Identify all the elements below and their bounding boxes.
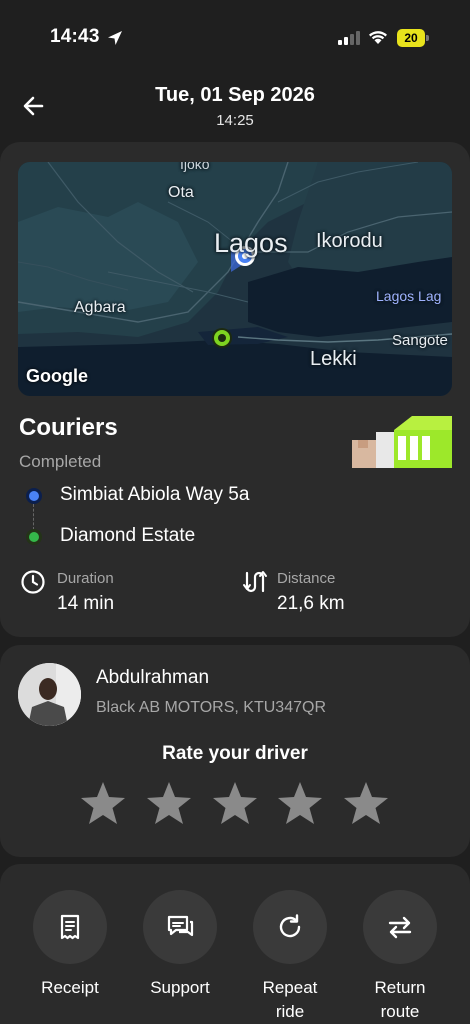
battery-level: 20 xyxy=(397,29,425,47)
support-label: Support xyxy=(150,978,210,997)
page-subtitle-time: 14:25 xyxy=(216,112,254,129)
duration-value: 14 min xyxy=(57,593,115,614)
courier-box-icon xyxy=(352,416,452,468)
pickup-address: Simbiat Abiola Way 5a xyxy=(60,484,250,505)
map-label-ijoko: Ijoko xyxy=(180,162,210,172)
receipt-button[interactable]: Receipt xyxy=(15,890,125,1000)
driver-vehicle: Black AB MOTORS, KTU347QR xyxy=(96,699,326,716)
driver-card: Abdulrahman Black AB MOTORS, KTU347QR Ra… xyxy=(0,645,470,857)
actions-card: Receipt Support Repeat ride Return route xyxy=(0,864,470,1024)
map-label-ota: Ota xyxy=(168,184,194,201)
signal-icon xyxy=(338,31,360,45)
repeat-ride-button-circle[interactable] xyxy=(253,890,327,964)
return-route-button[interactable]: Return route xyxy=(345,890,455,1024)
route-connector xyxy=(33,504,34,530)
map-label-lagos: Lagos xyxy=(214,228,288,258)
duration-label: Duration xyxy=(57,570,114,587)
star-1-icon[interactable] xyxy=(79,779,127,827)
clock-icon xyxy=(21,570,45,594)
status-bar: 14:43 20 xyxy=(0,0,470,70)
receipt-label: Receipt xyxy=(41,978,99,997)
page-title: Tue, 01 Sep 2026 xyxy=(155,84,315,106)
service-title: Couriers xyxy=(19,414,118,441)
dropoff-address: Diamond Estate xyxy=(60,525,196,546)
distance-label: Distance xyxy=(277,570,336,587)
support-button-circle[interactable] xyxy=(143,890,217,964)
trip-card: Ijoko Ota Lagos Ikorodu Lagos Lag Agbara… xyxy=(0,142,470,637)
star-3-icon[interactable] xyxy=(211,779,259,827)
driver-name: Abdulrahman xyxy=(96,667,210,688)
pickup-dot-icon xyxy=(26,488,42,504)
map-label-lagos-lagoon: Lagos Lag xyxy=(376,288,442,304)
wifi-icon xyxy=(369,31,387,44)
star-2-icon[interactable] xyxy=(145,779,193,827)
map-label-sangote: Sangote xyxy=(392,332,448,349)
star-rating xyxy=(79,779,391,829)
dropoff-dot-icon xyxy=(26,529,42,545)
map-label-lekki: Lekki xyxy=(310,348,357,370)
receipt-icon xyxy=(60,914,80,940)
star-5-icon[interactable] xyxy=(342,779,390,827)
trip-status: Completed xyxy=(19,452,102,471)
battery-icon: 20 xyxy=(397,29,429,47)
repeat-ride-label: Repeat ride xyxy=(262,978,318,1021)
map-label-agbara: Agbara xyxy=(74,299,126,316)
star-4-icon[interactable] xyxy=(276,779,324,827)
distance-value: 21,6 km xyxy=(277,593,345,614)
return-route-button-circle[interactable] xyxy=(363,890,437,964)
chat-icon xyxy=(167,915,194,937)
repeat-ride-button[interactable]: Repeat ride xyxy=(235,890,345,1024)
status-time: 14:43 xyxy=(50,26,100,47)
support-button[interactable]: Support xyxy=(125,890,235,1000)
return-route-label: Return route xyxy=(374,978,426,1021)
route-distance-icon xyxy=(243,571,267,593)
google-attribution-logo: Google xyxy=(26,366,88,386)
driver-avatar xyxy=(18,663,81,726)
rate-driver-title: Rate your driver xyxy=(162,743,308,764)
refresh-icon xyxy=(279,914,301,938)
swap-arrows-icon xyxy=(388,916,412,939)
route-map[interactable]: Ijoko Ota Lagos Ikorodu Lagos Lag Agbara… xyxy=(18,162,452,396)
map-background xyxy=(18,162,452,396)
map-label-ikorodu: Ikorodu xyxy=(316,230,383,252)
location-arrow-icon xyxy=(108,31,122,45)
receipt-button-circle[interactable] xyxy=(33,890,107,964)
